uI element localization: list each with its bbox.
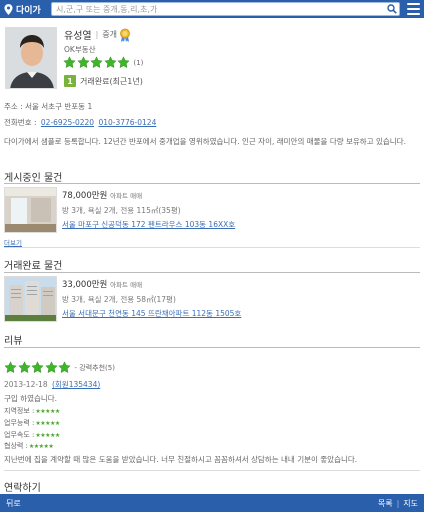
agent-name: 유성열 — [64, 31, 92, 42]
score-stars: ★★★★★ — [28, 442, 54, 450]
divider — [4, 272, 420, 273]
logo-text: 다이가 — [16, 5, 41, 16]
listing-spec: 방 3개, 욕실 2개, 전용 115㎡(35평) — [62, 206, 181, 215]
divider: | — [396, 499, 400, 508]
agent-intro: 다이가에서 샘플로 등록합니다. 12년간 반포에서 중개업을 영위하였습니다.… — [4, 137, 406, 146]
score-row: 협상력 : ★★★★★ — [4, 441, 54, 451]
listing-price: 78,000만원 — [62, 191, 108, 201]
medal-icon — [120, 28, 130, 42]
phone-label: 전화번호 : — [4, 118, 37, 127]
logo[interactable]: 다이가 — [0, 0, 45, 18]
deal-completed-row: 1 거래완료(최근1년) — [64, 75, 143, 87]
bottom-bar: 뒤로 목록 | 지도 — [0, 494, 424, 512]
back-button[interactable]: 뒤로 — [6, 498, 21, 509]
divider — [4, 183, 420, 184]
agent-name-row: 유성열 | 중개 — [64, 27, 131, 42]
listing-location-link[interactable]: 서울 마포구 신공덕동 172 펜트라우스 103동 16XX호 — [62, 219, 235, 230]
listing-item[interactable]: 78,000만원 아파트 매매 방 3개, 욕실 2개, 전용 115㎡(35평… — [4, 187, 420, 233]
review-section-title: 리뷰 — [4, 336, 23, 347]
listing-location-link[interactable]: 서울 서대문구 천연동 145 뜨란채아파트 112동 1505호 — [62, 308, 241, 319]
map-pin-icon — [4, 3, 13, 15]
footer-nav: 목록 | 지도 — [378, 498, 418, 509]
map-button[interactable]: 지도 — [403, 498, 418, 509]
review-rating: - 강력추천(5) — [4, 361, 115, 374]
top-bar: 다이가 — [0, 0, 424, 18]
review-body: 지난번에 집을 계약할 때 많은 도움을 받았습니다. 너무 친절하시고 꼼꼼하… — [4, 455, 358, 464]
review-member-link[interactable]: (회원135434) — [52, 380, 100, 389]
star-icon — [90, 56, 103, 68]
score-row: 업무능력 : ★★★★★ — [4, 418, 60, 428]
divider — [4, 247, 420, 248]
score-label: 협상력 : — [4, 442, 28, 450]
menu-icon[interactable] — [407, 3, 420, 15]
search-icon[interactable] — [385, 3, 399, 15]
review-recommend: - 강력추천(5) — [74, 363, 115, 372]
deal-count-badge: 1 — [64, 75, 76, 87]
search-input[interactable] — [52, 3, 385, 15]
star-icon — [44, 361, 58, 373]
score-stars: ★★★★★ — [35, 431, 60, 439]
listing-type: 아파트 매매 — [110, 192, 143, 200]
star-icon — [117, 56, 130, 68]
divider — [4, 347, 420, 348]
divider — [4, 470, 420, 471]
score-row: 지역정보 : ★★★★★ — [4, 406, 60, 416]
completed-section-title: 거래완료 물건 — [4, 261, 63, 272]
star-icon — [103, 56, 117, 68]
phone-link-2[interactable]: 010-3776-0124 — [98, 118, 156, 127]
listing-price-row: 33,000만원 아파트 매매 — [62, 278, 142, 290]
listing-type: 아파트 매매 — [110, 281, 143, 289]
selling-section-title: 게시중인 물건 — [4, 173, 63, 184]
star-icon — [76, 56, 90, 68]
listing-spec: 방 3개, 욕실 2개, 전용 58㎡(17평) — [62, 295, 176, 304]
agent-phone-row: 전화번호 : 02-6925-0220 010-3776-0124 — [4, 117, 156, 128]
review-meta: 2013-12-18 (회원135434) — [4, 379, 100, 390]
listing-price-row: 78,000만원 아파트 매매 — [62, 189, 142, 201]
listing-item[interactable]: 33,000만원 아파트 매매 방 3개, 욕실 2개, 전용 58㎡(17평)… — [4, 276, 420, 322]
listing-thumbnail[interactable] — [4, 276, 57, 322]
list-button[interactable]: 목록 — [378, 498, 393, 509]
phone-link-1[interactable]: 02-6925-0220 — [41, 118, 94, 127]
agent-role: 중개 — [102, 30, 118, 39]
listing-thumbnail[interactable] — [4, 187, 57, 233]
score-label: 지역정보 : — [4, 407, 35, 415]
review-date: 2013-12-18 — [4, 380, 48, 389]
score-label: 업무속도 : — [4, 431, 35, 439]
star-icon — [31, 361, 44, 373]
more-link[interactable]: 더보기 — [4, 237, 22, 247]
agent-photo — [5, 27, 57, 89]
agent-address: 주소 : 서울 서초구 반포동 1 — [4, 102, 93, 111]
score-label: 업무능력 : — [4, 419, 35, 427]
score-stars: ★★★★★ — [35, 407, 60, 415]
search-box — [51, 2, 400, 16]
deal-completed-label: 거래완료(최근1년) — [80, 76, 143, 86]
star-icon — [17, 361, 31, 373]
star-icon — [4, 361, 17, 373]
star-icon — [63, 56, 76, 68]
star-icon — [58, 361, 71, 373]
agent-rating: (1) — [63, 56, 143, 69]
review-headline: 구입 하였습니다. — [4, 394, 58, 403]
score-row: 업무속도 : ★★★★★ — [4, 430, 60, 440]
company-name: OK부동산 — [64, 45, 96, 54]
contact-section-title: 연락하기 — [4, 483, 41, 494]
listing-price: 33,000만원 — [62, 280, 108, 290]
score-stars: ★★★★★ — [35, 419, 60, 427]
rating-count: (1) — [133, 58, 144, 67]
divider: | — [95, 30, 99, 39]
